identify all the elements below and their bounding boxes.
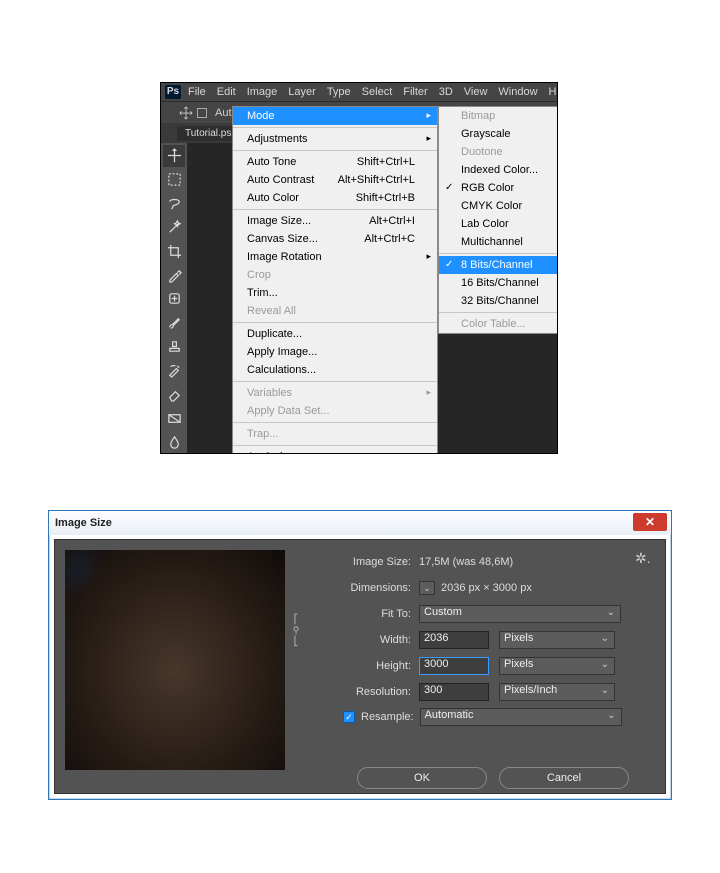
- mode-item-cmyk-color[interactable]: CMYK Color: [439, 197, 558, 215]
- menu-item-duplicate[interactable]: Duplicate...: [233, 325, 437, 343]
- menu-bar: Ps File Edit Image Layer Type Select Fil…: [161, 83, 557, 101]
- menu-item-canvas-size[interactable]: Canvas Size...Alt+Ctrl+C: [233, 230, 437, 248]
- crop-tool-icon[interactable]: [163, 240, 185, 262]
- fit-to-select[interactable]: Custom: [419, 605, 621, 623]
- dialog-buttons: OK Cancel: [301, 767, 653, 789]
- wand-tool-icon[interactable]: [163, 217, 185, 239]
- mode-item-lab-color[interactable]: Lab Color: [439, 215, 558, 233]
- image-size-label: Image Size:: [301, 556, 419, 568]
- resample-label: Resample:: [361, 711, 414, 723]
- dimensions-label: Dimensions:: [301, 582, 419, 594]
- menu-item-image-size[interactable]: Image Size...Alt+Ctrl+I: [233, 212, 437, 230]
- resample-checkbox[interactable]: ✓: [343, 711, 355, 723]
- dimensions-value: 2036 px × 3000 px: [441, 582, 532, 594]
- mode-item-indexed-color[interactable]: Indexed Color...: [439, 161, 558, 179]
- close-icon[interactable]: ✕: [633, 513, 667, 531]
- mode-item-bitmap: Bitmap: [439, 107, 558, 125]
- mode-item-16-bits[interactable]: 16 Bits/Channel: [439, 274, 558, 292]
- menu-item-reveal-all: Reveal All: [233, 302, 437, 320]
- resolution-label: Resolution:: [301, 686, 419, 698]
- menu-item-adjustments[interactable]: Adjustments: [233, 130, 437, 148]
- menu-image[interactable]: Image: [243, 83, 282, 101]
- height-input[interactable]: 3000: [419, 657, 489, 675]
- ok-button[interactable]: OK: [357, 767, 487, 789]
- dimensions-unit-dropdown[interactable]: ⌄: [419, 581, 435, 595]
- menu-item-variables: Variables: [233, 384, 437, 402]
- move-tool-icon[interactable]: [163, 145, 185, 167]
- mode-item-rgb-color[interactable]: RGB Color: [439, 179, 558, 197]
- width-input[interactable]: 2036: [419, 631, 489, 649]
- constrain-proportions-icon[interactable]: ⚲: [289, 614, 303, 654]
- dialog-body: ✲. Image Size: 17,5M (was 48,6M) Dimensi…: [54, 539, 666, 794]
- menu-select[interactable]: Select: [358, 83, 397, 101]
- menu-item-trap: Trap...: [233, 425, 437, 443]
- cancel-button[interactable]: Cancel: [499, 767, 629, 789]
- menu-item-image-rotation[interactable]: Image Rotation: [233, 248, 437, 266]
- photoshop-window: Ps File Edit Image Layer Type Select Fil…: [160, 82, 558, 454]
- marquee-tool-icon[interactable]: [163, 169, 185, 191]
- tool-palette: [161, 143, 187, 453]
- mode-item-8-bits[interactable]: 8 Bits/Channel: [439, 256, 558, 274]
- resolution-unit-select[interactable]: Pixels/Inch: [499, 683, 615, 701]
- mode-item-color-table: Color Table...: [439, 315, 558, 333]
- width-label: Width:: [301, 634, 419, 646]
- mode-submenu: Bitmap Grayscale Duotone Indexed Color..…: [438, 106, 558, 334]
- menu-item-analysis[interactable]: Analysis: [233, 448, 437, 454]
- heal-tool-icon[interactable]: [163, 288, 185, 310]
- dialog-title: Image Size: [55, 517, 112, 529]
- height-unit-select[interactable]: Pixels: [499, 657, 615, 675]
- brush-tool-icon[interactable]: [163, 312, 185, 334]
- blur-tool-icon[interactable]: [163, 431, 185, 453]
- menu-item-crop: Crop: [233, 266, 437, 284]
- menu-layer[interactable]: Layer: [284, 83, 320, 101]
- menu-3d[interactable]: 3D: [435, 83, 457, 101]
- image-size-value: 17,5M (was 48,6M): [419, 556, 513, 568]
- auto-select-checkbox[interactable]: [197, 108, 207, 118]
- menu-item-trim[interactable]: Trim...: [233, 284, 437, 302]
- gear-icon[interactable]: ✲.: [635, 550, 653, 568]
- mode-item-duotone: Duotone: [439, 143, 558, 161]
- fit-to-label: Fit To:: [301, 608, 419, 620]
- menu-item-auto-contrast[interactable]: Auto ContrastAlt+Shift+Ctrl+L: [233, 171, 437, 189]
- menu-type[interactable]: Type: [323, 83, 355, 101]
- menu-help[interactable]: Help: [545, 83, 558, 101]
- menu-item-auto-color[interactable]: Auto ColorShift+Ctrl+B: [233, 189, 437, 207]
- history-brush-icon[interactable]: [163, 360, 185, 382]
- stamp-tool-icon[interactable]: [163, 336, 185, 358]
- gradient-tool-icon[interactable]: [163, 407, 185, 429]
- dialog-form: ✲. Image Size: 17,5M (was 48,6M) Dimensi…: [301, 550, 653, 783]
- height-label: Height:: [301, 660, 419, 672]
- menu-item-auto-tone[interactable]: Auto ToneShift+Ctrl+L: [233, 153, 437, 171]
- menu-item-calculations[interactable]: Calculations...: [233, 361, 437, 379]
- menu-view[interactable]: View: [460, 83, 492, 101]
- menu-file[interactable]: File: [184, 83, 210, 101]
- image-preview: [65, 550, 285, 770]
- menu-filter[interactable]: Filter: [399, 83, 431, 101]
- menu-item-mode[interactable]: Mode: [233, 107, 437, 125]
- menu-edit[interactable]: Edit: [213, 83, 240, 101]
- document-tab[interactable]: Tutorial.ps: [177, 126, 239, 141]
- menu-item-apply-image[interactable]: Apply Image...: [233, 343, 437, 361]
- ps-logo-icon: Ps: [165, 85, 181, 99]
- menu-item-apply-data-set: Apply Data Set...: [233, 402, 437, 420]
- image-size-dialog: Image Size ✕ ✲. Image Size: 17,5M (was 4…: [48, 510, 672, 800]
- menu-window[interactable]: Window: [494, 83, 541, 101]
- lasso-tool-icon[interactable]: [163, 193, 185, 215]
- eraser-tool-icon[interactable]: [163, 383, 185, 405]
- mode-item-32-bits[interactable]: 32 Bits/Channel: [439, 292, 558, 310]
- dialog-title-bar: Image Size ✕: [49, 511, 671, 535]
- width-unit-select[interactable]: Pixels: [499, 631, 615, 649]
- image-menu: Mode Adjustments Auto ToneShift+Ctrl+L A…: [232, 106, 438, 454]
- resample-select[interactable]: Automatic: [420, 708, 622, 726]
- mode-item-grayscale[interactable]: Grayscale: [439, 125, 558, 143]
- move-tool-icon: [179, 106, 193, 120]
- resolution-input[interactable]: 300: [419, 683, 489, 701]
- mode-item-multichannel[interactable]: Multichannel: [439, 233, 558, 251]
- eyedropper-tool-icon[interactable]: [163, 264, 185, 286]
